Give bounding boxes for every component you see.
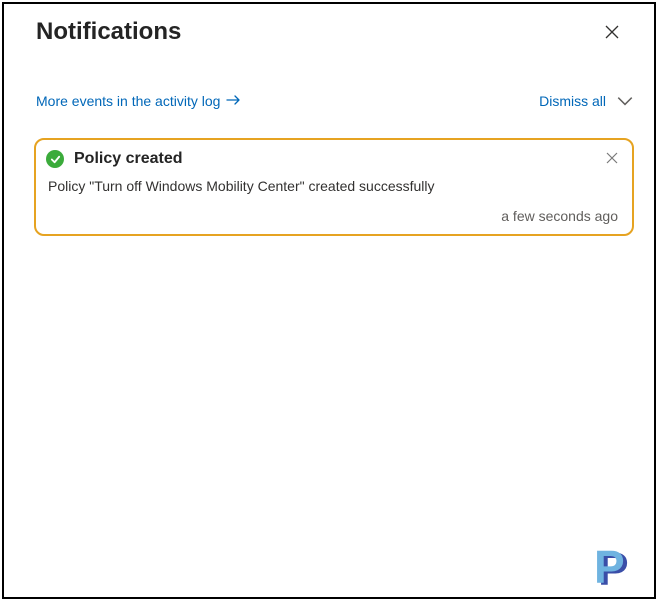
dismiss-all-link[interactable]: Dismiss all [539,93,606,109]
close-icon [606,152,618,164]
more-events-label: More events in the activity log [36,93,220,109]
notification-header: Policy created [46,150,618,168]
arrow-right-icon [226,93,242,109]
dismiss-notification-button[interactable] [604,150,620,166]
more-events-link[interactable]: More events in the activity log [36,93,242,109]
notification-timestamp: a few seconds ago [46,208,618,224]
notification-card: Policy created Policy "Turn off Windows … [34,138,634,236]
success-check-icon [46,150,64,168]
action-row: More events in the activity log Dismiss … [4,50,654,120]
brand-logo: P P [588,539,644,595]
notification-title: Policy created [74,150,183,168]
close-panel-button[interactable] [598,18,626,46]
expand-button[interactable] [616,92,634,110]
close-icon [604,24,620,40]
panel-header: Notifications [4,4,654,50]
notification-message: Policy "Turn off Windows Mobility Center… [48,178,618,194]
panel-title: Notifications [36,18,181,46]
brand-letter-front: P [594,541,625,593]
dismiss-group: Dismiss all [539,92,634,110]
chevron-down-icon [616,92,634,110]
notifications-panel: Notifications More events in the activit… [2,2,656,599]
